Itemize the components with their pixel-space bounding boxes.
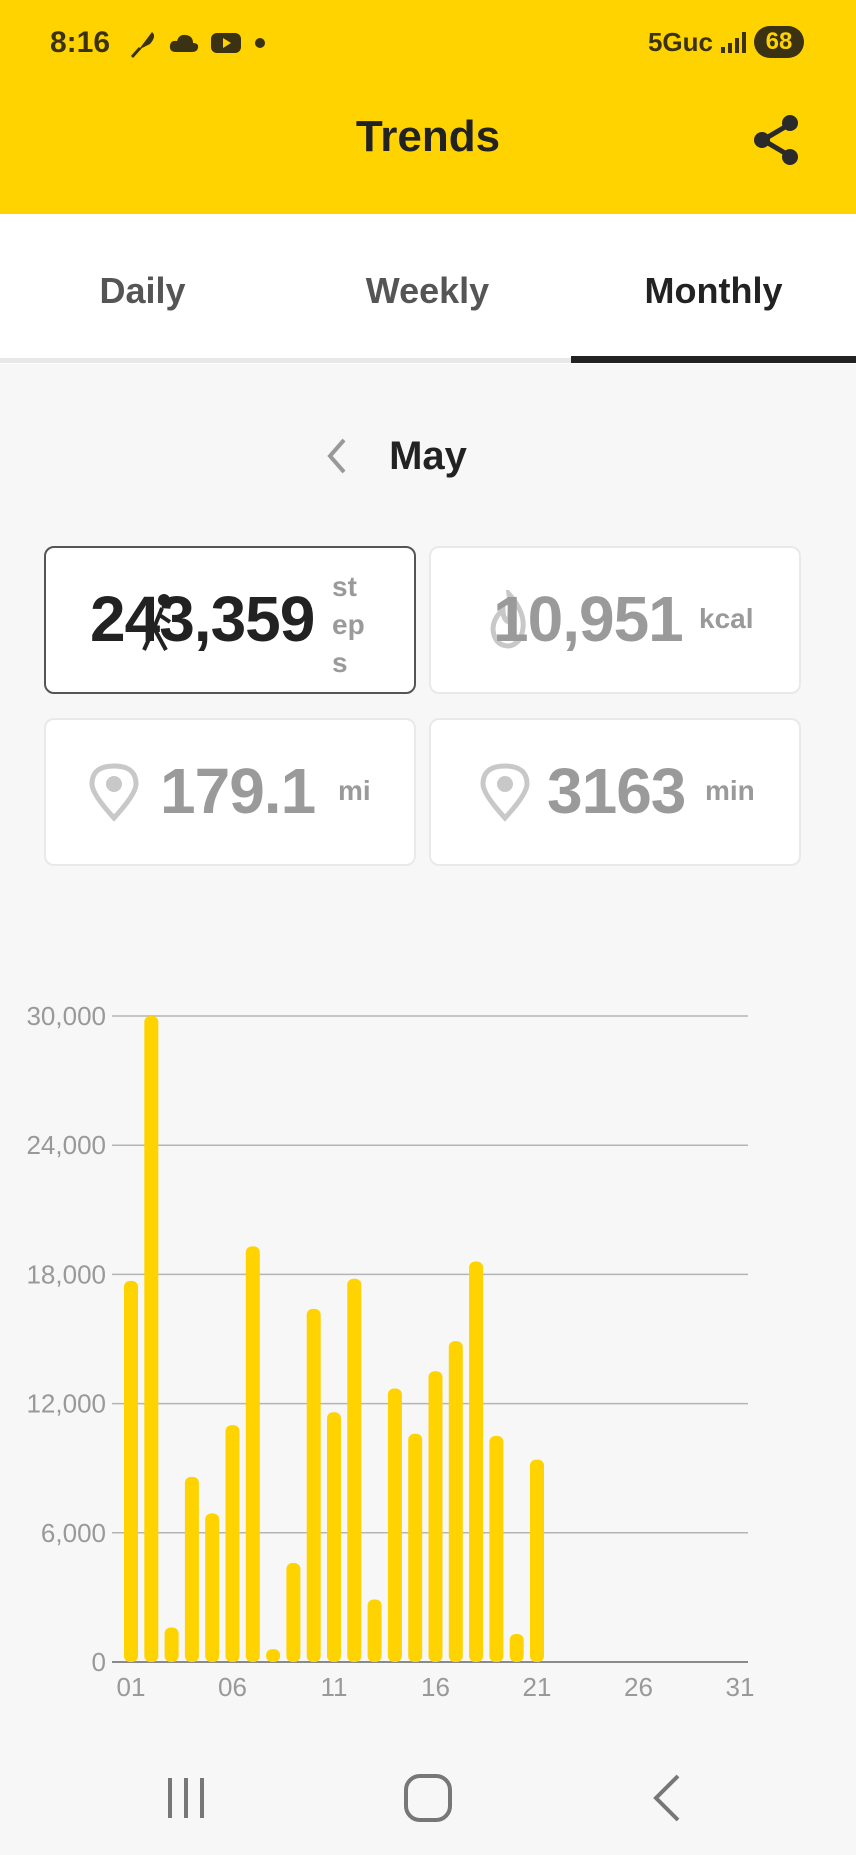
chart-bar [428, 1371, 443, 1662]
steps-unit-line-1: st [332, 571, 357, 602]
status-bar: 8:16 5Guc 68 [0, 18, 856, 68]
location-pin-icon [480, 763, 530, 822]
steps-unit-line-2: ep [332, 609, 365, 640]
y-tick-label: 18,000 [26, 1259, 106, 1289]
x-tick-label: 26 [624, 1672, 653, 1702]
chart-bar [489, 1435, 504, 1662]
chart-bar [306, 1308, 321, 1662]
steps-bar-chart: 0 6,000 12,000 18,000 24,000 30,000 01 06 11 16 21… [26, 1001, 755, 1702]
home-icon[interactable] [398, 1768, 458, 1828]
duration-card[interactable]: 3163 min [429, 718, 801, 866]
x-tick-label: 01 [117, 1672, 146, 1702]
system-nav-bar [0, 1740, 856, 1855]
chart-bar [124, 1280, 138, 1662]
feather-icon [130, 32, 155, 58]
steps-value: 243,359 [90, 583, 315, 655]
period-tabs: Daily Weekly Monthly [0, 214, 856, 364]
chart-bar [347, 1278, 362, 1662]
network-label: 5Guc [647, 26, 713, 57]
x-tick-label: 21 [523, 1672, 552, 1702]
chart-bar [469, 1261, 484, 1662]
steps-unit: st ep s [332, 568, 365, 682]
y-tick-label: 6,000 [41, 1518, 106, 1548]
x-tick-label: 11 [321, 1672, 348, 1702]
battery-icon: 68 [754, 26, 804, 58]
chart-bar [266, 1649, 281, 1662]
dot-icon [255, 38, 265, 48]
chart-bar [327, 1412, 341, 1662]
location-pin-icon [89, 763, 139, 822]
calories-unit: kcal [699, 603, 754, 634]
x-tick-label: 16 [421, 1672, 450, 1702]
status-right: 5Guc 68 [648, 26, 804, 58]
status-icons [130, 28, 268, 58]
duration-unit: min [705, 775, 755, 806]
chart-bar [164, 1627, 179, 1662]
month-label: May [389, 434, 467, 478]
distance-value: 179.1 [160, 755, 316, 827]
distance-unit: mi [338, 775, 371, 806]
chart-bar [530, 1459, 544, 1662]
y-tick-label: 0 [92, 1647, 106, 1677]
distance-card[interactable]: 179.1 mi [44, 718, 416, 866]
share-icon[interactable] [750, 112, 804, 168]
steps-unit-line-3: s [332, 647, 348, 678]
x-tick-label: 06 [218, 1672, 247, 1702]
chart-bar [509, 1634, 524, 1662]
y-tick-label: 30,000 [26, 1001, 106, 1031]
calories-value: 10,951 [493, 583, 684, 655]
chart-bar [367, 1599, 382, 1662]
x-tick-label: 31 [726, 1672, 755, 1702]
status-time: 8:16 [50, 26, 111, 59]
chart-bar [184, 1476, 199, 1662]
month-navigator: May [0, 420, 856, 500]
recent-apps-icon[interactable] [156, 1768, 216, 1828]
y-tick-label: 24,000 [26, 1130, 106, 1160]
calories-card[interactable]: 10,951 kcal [429, 546, 801, 694]
tab-weekly[interactable]: Weekly [285, 270, 570, 312]
chart-bar [245, 1246, 260, 1662]
page-title: Trends [355, 112, 501, 161]
tab-monthly[interactable]: Monthly [571, 270, 856, 312]
chart-bar [225, 1425, 240, 1662]
chart-bar [448, 1341, 463, 1662]
steps-card[interactable]: 243,359 st ep s [44, 546, 416, 694]
chart-bar [144, 1016, 159, 1662]
app-header: 8:16 5Guc 68 Trends [0, 0, 856, 214]
duration-value: 3163 [547, 755, 686, 827]
back-icon[interactable] [640, 1768, 700, 1828]
tab-daily[interactable]: Daily [0, 270, 285, 312]
chart-bar [408, 1433, 423, 1662]
y-tick-label: 12,000 [26, 1389, 106, 1419]
cloud-icon [169, 34, 199, 52]
chart-bar [387, 1388, 402, 1662]
youtube-icon [211, 33, 241, 53]
chart-bar [205, 1513, 220, 1662]
tab-active-indicator [571, 356, 856, 363]
signal-icon [721, 31, 746, 53]
chart-bar [286, 1562, 301, 1662]
